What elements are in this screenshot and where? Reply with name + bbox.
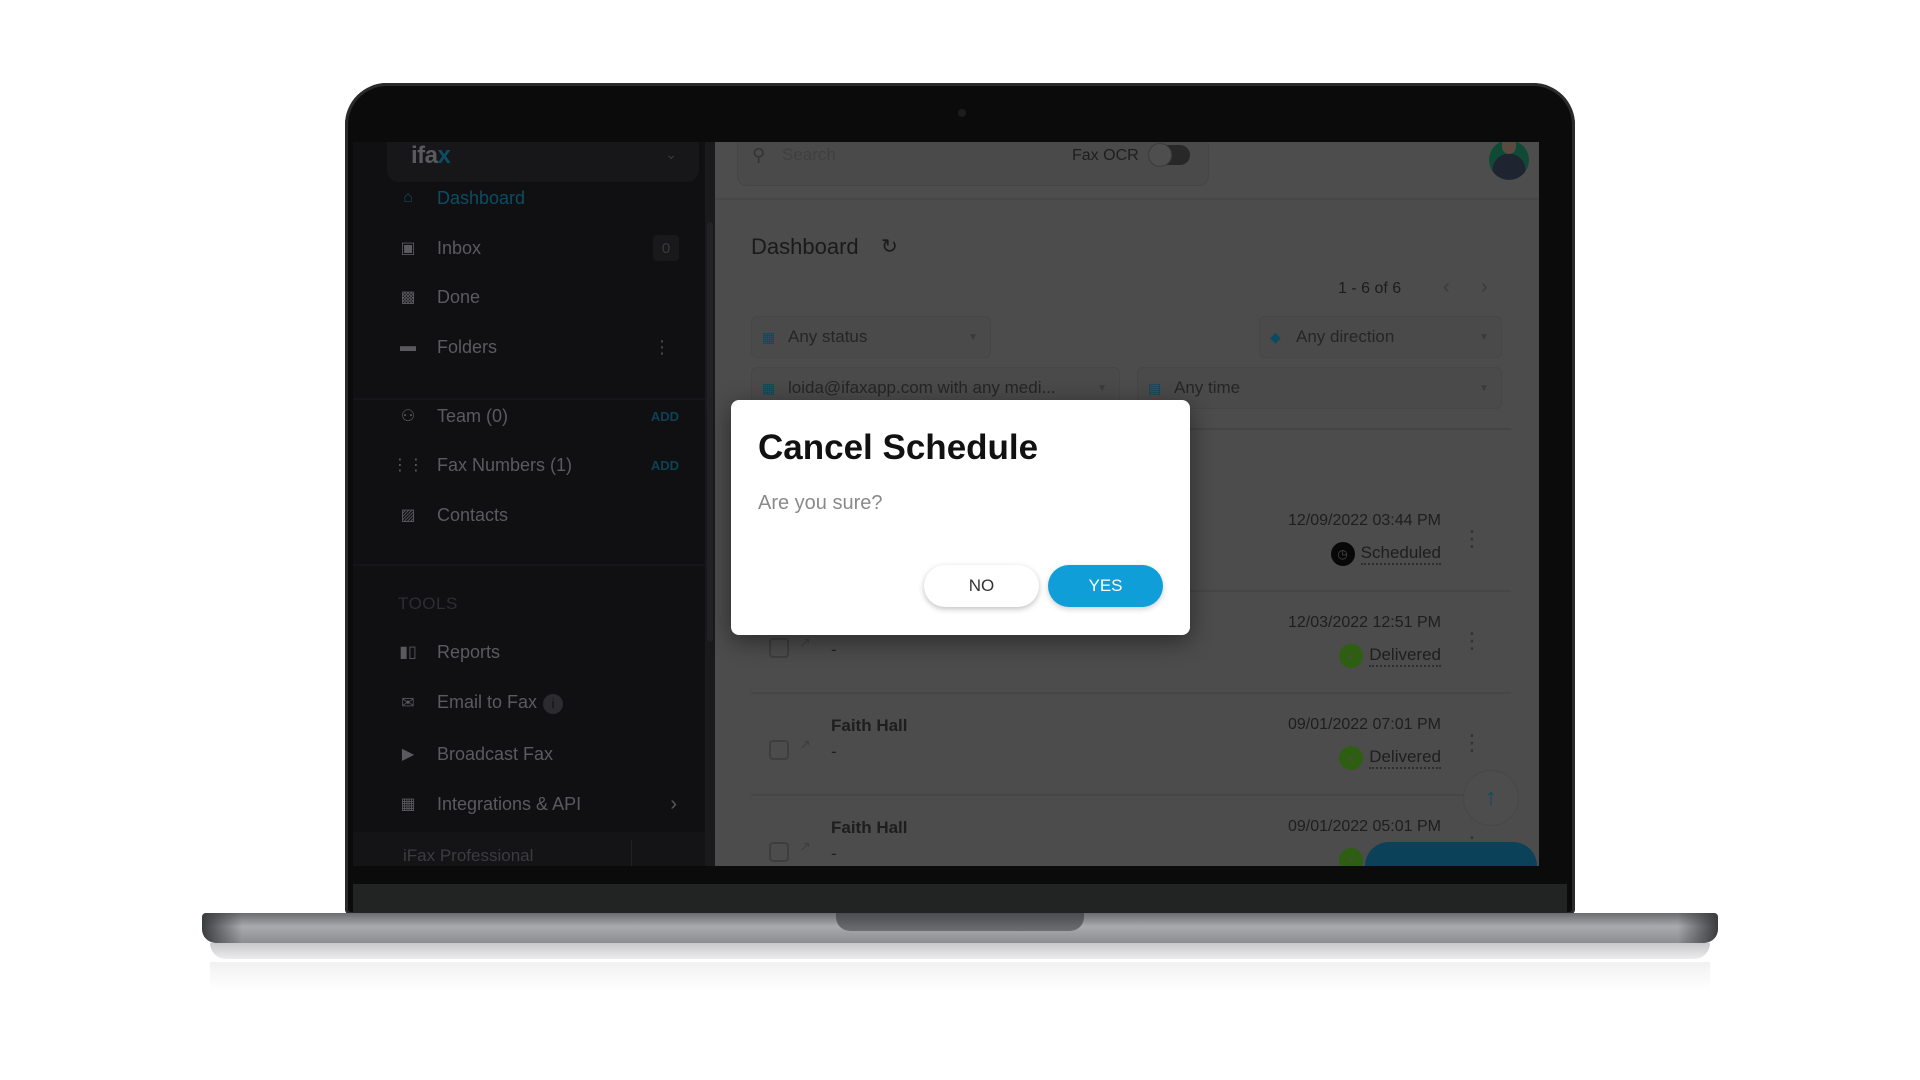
status-filter[interactable]: ▦ Any status ▼	[751, 316, 991, 358]
hinge-notch	[836, 913, 1084, 931]
fax-ocr-toggle[interactable]	[1148, 143, 1190, 167]
inbox-icon: ▣	[400, 240, 416, 257]
team-icon: ⚇	[400, 408, 416, 425]
chevron-right-icon: ›	[670, 792, 677, 815]
no-button[interactable]: NO	[924, 565, 1039, 607]
megaphone-icon: ▶	[401, 746, 415, 763]
avatar[interactable]	[1489, 142, 1529, 180]
sidebar-item-email-to-fax[interactable]: ✉ Email to Fax i	[353, 683, 705, 723]
outgoing-arrow-icon: ↗	[799, 736, 811, 752]
time-filter[interactable]: ▤ Any time ▼	[1137, 367, 1502, 409]
row-checkbox[interactable]	[769, 740, 789, 760]
sidebar-item-dashboard[interactable]: ⌂ Dashboard	[353, 178, 705, 218]
dialog-message: Are you sure?	[758, 492, 883, 514]
outgoing-arrow-icon: ↗	[799, 838, 811, 854]
sidebar-item-broadcast-fax[interactable]: ▶ Broadcast Fax	[353, 734, 705, 774]
send-fax-button[interactable]	[1365, 842, 1537, 866]
caret-down-icon: ▼	[968, 331, 978, 343]
status-icon: ▦	[762, 328, 776, 345]
sidebar-item-reports[interactable]: ▮▯ Reports	[353, 632, 705, 672]
divider	[631, 840, 632, 866]
yes-button[interactable]: YES	[1048, 565, 1163, 607]
tools-section-title: TOOLS	[398, 594, 458, 613]
direction-icon: ◆	[1270, 328, 1281, 345]
camera	[958, 109, 966, 117]
row-checkbox[interactable]	[769, 638, 789, 658]
arrow-up-icon: ↑	[1485, 784, 1497, 811]
cancel-schedule-dialog: Cancel Schedule Are you sure? NO YES	[731, 400, 1190, 635]
scrollbar-thumb[interactable]	[707, 222, 713, 642]
sidebar-item-folders[interactable]: ▬ Folders ⋮	[353, 327, 705, 367]
toggle-knob	[1148, 143, 1172, 167]
sidebar-item-team[interactable]: ⚇ Team (0) ADD	[353, 396, 705, 436]
chevron-down-icon: ⌄	[665, 146, 677, 162]
more-vertical-icon[interactable]: ⋮	[1461, 630, 1483, 652]
add-team-button[interactable]: ADD	[651, 409, 679, 424]
add-fax-number-button[interactable]: ADD	[651, 458, 679, 473]
pagination-label: 1 - 6 of 6	[1338, 280, 1402, 297]
media-icon: ▦	[762, 379, 776, 396]
fax-row[interactable]: ↗ Faith Hall - 09/01/2022 07:01 PM ✓ Deli…	[751, 696, 1511, 796]
puzzle-icon: ▦	[400, 796, 416, 813]
sidebar-item-inbox[interactable]: ▣ Inbox 0	[353, 228, 705, 268]
account-switcher[interactable]: ifax ⌄	[387, 142, 699, 182]
plan-box[interactable]: iFax Professional	[353, 832, 705, 866]
folder-icon: ▬	[400, 338, 416, 355]
bezel-bottom	[353, 884, 1567, 914]
direction-filter[interactable]: ◆ Any direction ▼	[1259, 316, 1502, 358]
caret-down-icon: ▼	[1479, 331, 1489, 343]
more-vertical-icon[interactable]: ⋮	[1461, 528, 1483, 550]
caret-down-icon: ▼	[1479, 382, 1489, 394]
fax-ocr-label: Fax OCR	[1072, 147, 1139, 164]
sidebar-scrollbar[interactable]	[705, 142, 715, 866]
page-title: Dashboard	[751, 234, 859, 259]
check-icon: ✓	[1339, 644, 1364, 668]
search-input[interactable]	[782, 145, 1032, 165]
caret-down-icon: ▼	[1097, 382, 1107, 394]
sidebar-item-integrations[interactable]: ▦ Integrations & API ›	[353, 784, 705, 824]
search-box: ⚲ Fax OCR	[737, 142, 1209, 186]
sidebar-item-fax-numbers[interactable]: ⋮⋮ Fax Numbers (1) ADD	[353, 445, 705, 485]
home-icon: ⌂	[403, 189, 413, 206]
refresh-icon[interactable]: ↻	[881, 234, 898, 259]
status-badge: ✓Delivered	[1339, 746, 1441, 770]
logo: ifax	[411, 142, 451, 169]
done-folder-icon: ▩	[400, 289, 416, 306]
outgoing-arrow-icon: ↗	[799, 634, 811, 650]
laptop-base-bottom	[210, 943, 1710, 959]
sidebar-item-done[interactable]: ▩ Done	[353, 277, 705, 317]
dialog-title: Cancel Schedule	[758, 428, 1039, 467]
sidebar: ifax ⌄ ⌂ Dashboard ▣ Inbox 0 ▩ Done ▬ Fo…	[353, 142, 705, 866]
calendar-icon: ▤	[1148, 379, 1162, 396]
reflection	[210, 962, 1710, 990]
chevron-right-icon[interactable]: ›	[1481, 276, 1488, 299]
inbox-count-badge: 0	[653, 235, 679, 261]
sidebar-item-contacts[interactable]: ▨ Contacts	[353, 495, 705, 535]
divider	[353, 564, 705, 566]
check-icon: ✓	[1339, 848, 1364, 866]
top-bar: ⚲ Fax OCR	[715, 142, 1539, 200]
mail-icon: ✉	[401, 695, 415, 712]
more-vertical-icon[interactable]: ⋮	[1461, 732, 1483, 754]
more-vertical-icon[interactable]: ⋮	[653, 337, 671, 358]
info-icon[interactable]: i	[543, 693, 564, 714]
scroll-to-top-button[interactable]: ↑	[1463, 770, 1519, 826]
scheduled-icon: ◷	[1330, 542, 1355, 566]
dialpad-icon: ⋮⋮	[392, 457, 424, 474]
check-icon: ✓	[1339, 746, 1364, 770]
row-checkbox[interactable]	[769, 842, 789, 862]
status-badge: ✓Delivered	[1339, 644, 1441, 668]
bar-chart-icon: ▮▯	[399, 644, 417, 661]
contact-icon: ▨	[400, 507, 416, 524]
status-badge: ◷ Scheduled	[1330, 542, 1441, 566]
search-icon: ⚲	[752, 145, 766, 165]
plan-label: iFax Professional	[403, 846, 534, 865]
chevron-left-icon[interactable]: ‹	[1443, 276, 1450, 299]
